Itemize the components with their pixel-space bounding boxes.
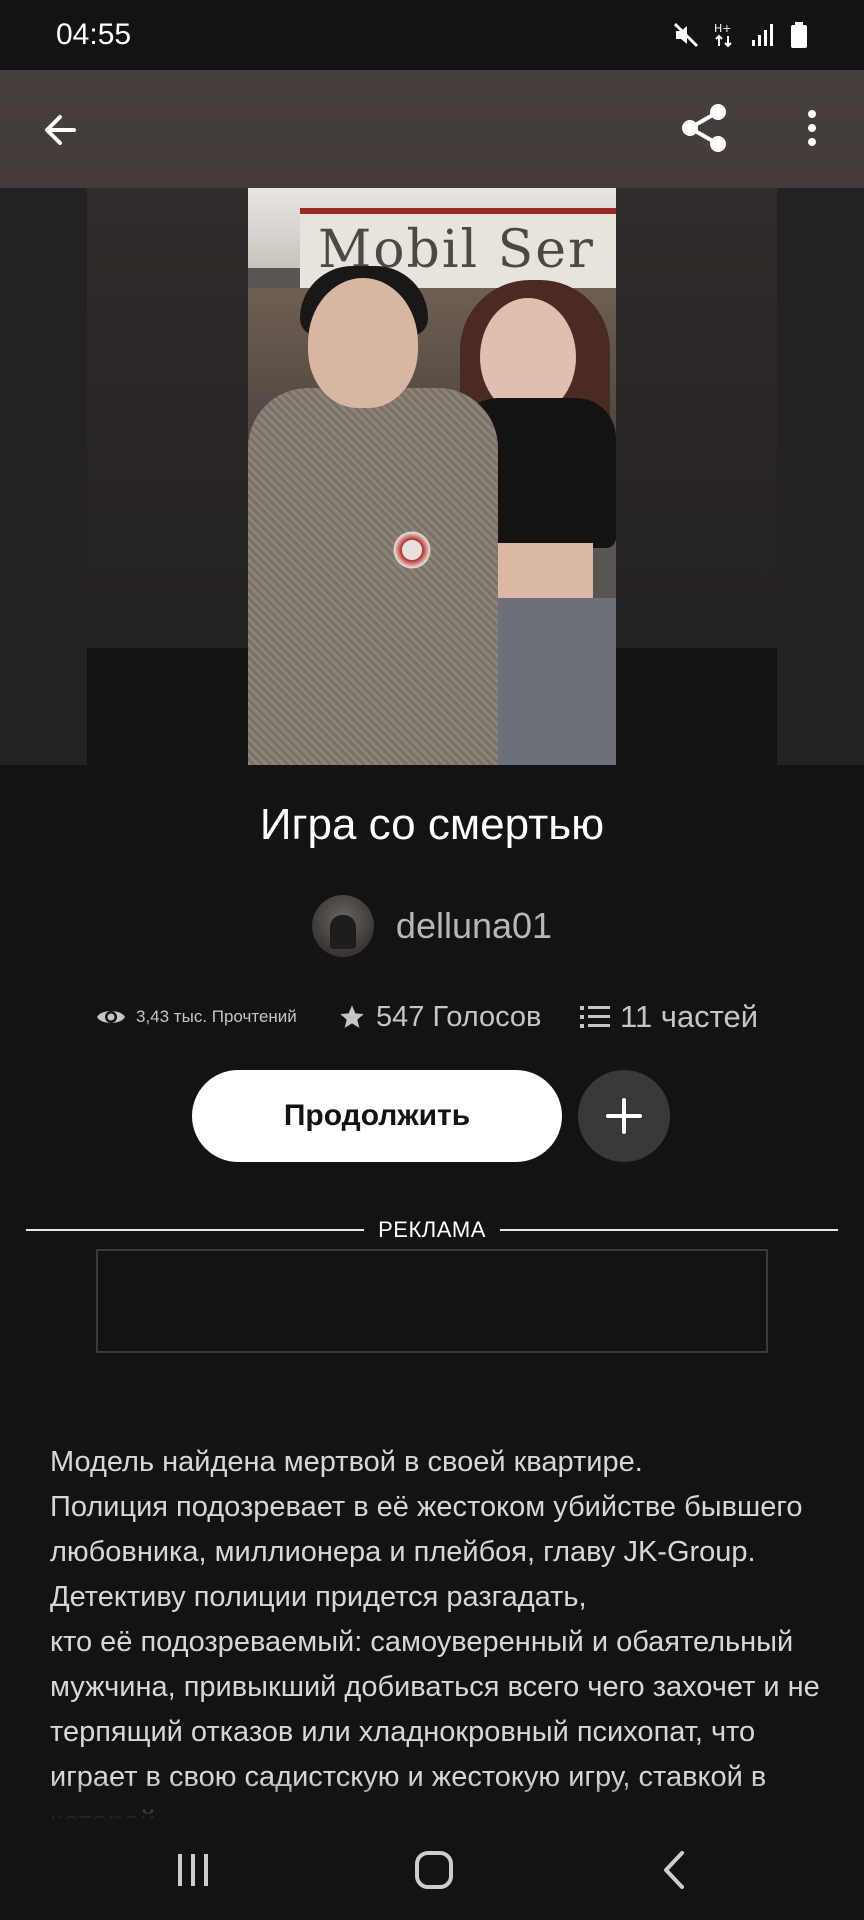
avatar[interactable] xyxy=(311,895,374,957)
author-name[interactable]: delluna01 xyxy=(396,905,552,947)
app-bar xyxy=(0,70,864,188)
votes-stat: 547 Голосов xyxy=(338,990,541,1044)
reads-count: 3,43 тыс. Прочтений xyxy=(136,1007,297,1026)
story-stats: 3,43 тыс. Прочтений 547 Голосов 11 часте… xyxy=(0,990,864,1044)
more-options-button[interactable] xyxy=(790,100,834,156)
recents-icon xyxy=(178,1854,208,1886)
parts-stat[interactable]: 11 частей xyxy=(580,990,758,1044)
parts-count[interactable]: 11 частей xyxy=(620,999,758,1035)
home-button[interactable] xyxy=(389,1840,479,1900)
list-icon xyxy=(580,1006,610,1028)
hero-side-panel-left xyxy=(0,188,87,765)
share-icon xyxy=(682,104,726,152)
ad-label: РЕКЛАМА xyxy=(378,1217,486,1242)
ad-divider: РЕКЛАМА xyxy=(26,1210,838,1250)
ad-slot[interactable] xyxy=(96,1249,768,1353)
story-description[interactable]: Модель найдена мертвой в своей квартире.… xyxy=(50,1395,830,1820)
home-icon xyxy=(415,1851,453,1889)
status-time: 04:55 xyxy=(56,18,132,51)
add-to-library-button[interactable] xyxy=(578,1070,670,1162)
star-icon xyxy=(340,1005,364,1028)
hero-side-panel-right xyxy=(777,188,864,765)
cover-hero: Mobil Ser xyxy=(0,70,864,765)
continue-reading-button[interactable]: Продолжить xyxy=(192,1070,562,1162)
system-nav-bar xyxy=(0,1820,864,1920)
signal-icon xyxy=(752,24,773,46)
back-button[interactable] xyxy=(34,104,86,156)
status-icons: H+ xyxy=(672,21,808,49)
battery-icon xyxy=(791,22,807,48)
svg-text:H+: H+ xyxy=(714,22,732,35)
system-back-button[interactable] xyxy=(630,1840,720,1900)
arrow-left-icon xyxy=(45,115,76,145)
plus-icon xyxy=(606,1098,642,1134)
status-bar: 04:55 H+ xyxy=(0,0,864,70)
mute-icon xyxy=(673,22,699,48)
reads-stat: 3,43 тыс. Прочтений xyxy=(96,990,297,1044)
story-cover-image[interactable]: Mobil Ser xyxy=(248,188,616,765)
more-vertical-icon xyxy=(808,110,816,146)
votes-count: 547 Голосов xyxy=(376,1000,542,1033)
back-chevron-icon xyxy=(664,1851,684,1889)
data-transfer-icon: H+ xyxy=(714,22,732,48)
author-row[interactable]: delluna01 xyxy=(0,895,864,957)
eye-icon xyxy=(97,1011,125,1023)
recents-button[interactable] xyxy=(148,1840,238,1900)
story-title: Игра со смертью xyxy=(259,800,605,849)
description-text: Модель найдена мертвой в своей квартире.… xyxy=(50,1446,820,1820)
share-button[interactable] xyxy=(676,100,732,156)
